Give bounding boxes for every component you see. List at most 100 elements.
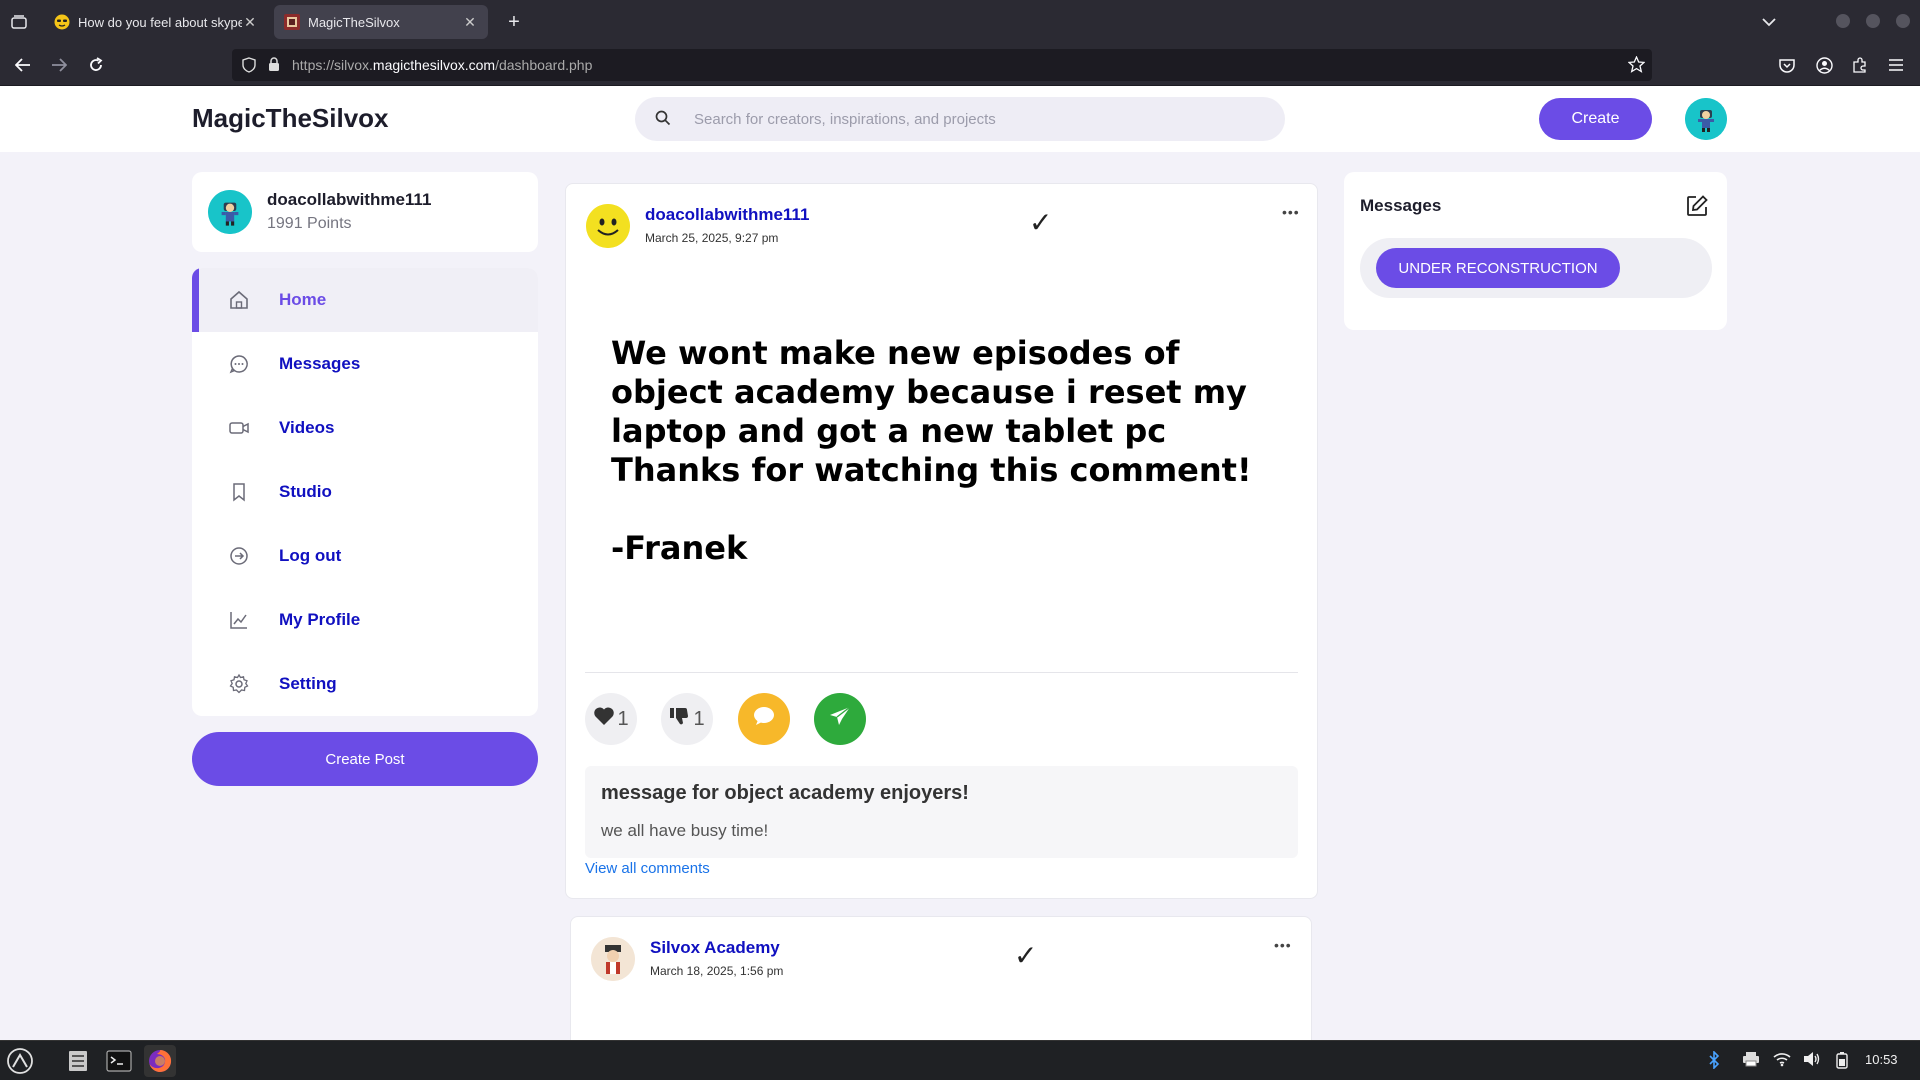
firefox-icon[interactable] xyxy=(144,1045,176,1077)
more-options-icon[interactable]: ••• xyxy=(1274,937,1292,953)
profile-card[interactable]: doacollabwithme111 1991 Points xyxy=(192,172,538,252)
sidebar-item-messages[interactable]: Messages xyxy=(192,332,538,396)
sidebar-item-label: Setting xyxy=(279,674,337,693)
post-body: We wont make new episodes of object acad… xyxy=(611,334,1252,567)
create-post-button[interactable]: Create Post xyxy=(192,732,538,786)
browser-tab-skype[interactable]: How do you feel about skype ✕ xyxy=(44,5,268,39)
printer-icon[interactable] xyxy=(1742,1051,1760,1070)
like-button[interactable]: 1 xyxy=(585,693,637,745)
sidebar-item-label: Messages xyxy=(279,354,361,373)
url-text[interactable]: https://silvox.magicthesilvox.com/dashbo… xyxy=(292,57,592,73)
sidebar-item-studio[interactable]: Studio xyxy=(192,460,538,524)
account-icon[interactable] xyxy=(1813,54,1835,76)
under-reconstruction-button[interactable]: UNDER RECONSTRUCTION xyxy=(1376,248,1620,288)
avatar[interactable] xyxy=(586,204,630,248)
forward-arrow-icon[interactable] xyxy=(48,54,70,76)
heart-icon xyxy=(593,706,615,732)
new-tab-icon[interactable]: + xyxy=(503,11,525,33)
post-date: March 25, 2025, 9:27 pm xyxy=(645,231,779,245)
paper-plane-icon xyxy=(828,705,852,733)
browser-nav-bar: https://silvox.magicthesilvox.com/dashbo… xyxy=(0,44,1920,86)
back-arrow-icon[interactable] xyxy=(12,54,34,76)
verified-check-icon: ✓ xyxy=(1014,940,1038,971)
os-taskbar: 10:53 xyxy=(0,1040,1920,1080)
clock[interactable]: 10:53 xyxy=(1865,1052,1898,1067)
url-bar[interactable]: https://silvox.magicthesilvox.com/dashbo… xyxy=(232,49,1652,81)
comment-text: we all have busy time! xyxy=(601,821,769,840)
extensions-icon[interactable] xyxy=(1849,54,1871,76)
messages-panel-title: Messages xyxy=(1360,196,1442,215)
post-card: Silvox Academy March 18, 2025, 1:56 pm ✓… xyxy=(570,916,1312,1056)
search-bar[interactable]: Search for creators, inspirations, and p… xyxy=(635,97,1285,141)
post-author[interactable]: doacollabwithme111 xyxy=(645,205,809,225)
sidebar-item-logout[interactable]: Log out xyxy=(192,524,538,588)
comment-button[interactable] xyxy=(738,693,790,745)
close-tab-icon[interactable]: ✕ xyxy=(242,14,258,31)
divider xyxy=(585,672,1298,673)
post-author[interactable]: Silvox Academy xyxy=(650,938,780,958)
sidebar-item-setting[interactable]: Setting xyxy=(192,652,538,716)
url-domain: magicthesilvox.com xyxy=(372,57,496,73)
url-prefix: https://silvox. xyxy=(292,57,373,73)
close-window-button[interactable] xyxy=(1896,14,1910,28)
reload-icon[interactable] xyxy=(85,54,107,76)
site-header: MagicTheSilvox Search for creators, insp… xyxy=(0,86,1920,152)
close-tab-icon[interactable]: ✕ xyxy=(462,14,478,31)
share-button[interactable] xyxy=(814,693,866,745)
sidebar-item-label: Studio xyxy=(279,482,332,501)
battery-icon[interactable] xyxy=(1835,1051,1849,1072)
logout-icon xyxy=(228,545,250,567)
gear-icon xyxy=(228,673,250,695)
top-comment: message for object academy enjoyers! we … xyxy=(585,766,1298,858)
lock-icon[interactable] xyxy=(268,57,280,77)
chart-icon xyxy=(228,609,250,631)
minimize-window-button[interactable] xyxy=(1836,14,1850,28)
view-all-comments-link[interactable]: View all comments xyxy=(585,860,710,877)
messages-placeholder-box: UNDER RECONSTRUCTION xyxy=(1360,238,1712,298)
tab-title: MagicTheSilvox xyxy=(308,14,400,30)
avatar[interactable] xyxy=(1685,98,1727,140)
avatar[interactable] xyxy=(591,937,635,981)
start-menu-icon[interactable] xyxy=(6,1047,34,1075)
search-icon xyxy=(655,110,671,131)
pocket-icon[interactable] xyxy=(1776,54,1798,76)
like-count: 1 xyxy=(617,707,629,730)
messages-panel: Messages UNDER RECONSTRUCTION xyxy=(1344,172,1727,330)
more-options-icon[interactable]: ••• xyxy=(1282,204,1300,220)
site-favicon-icon xyxy=(284,14,300,30)
chevron-down-icon[interactable] xyxy=(1758,12,1780,32)
sidebar-item-label: Log out xyxy=(279,546,342,565)
bluetooth-icon[interactable] xyxy=(1707,1050,1721,1072)
sidebar-item-label: Videos xyxy=(279,418,335,437)
chat-icon xyxy=(228,353,250,375)
sidebar-item-videos[interactable]: Videos xyxy=(192,396,538,460)
create-button[interactable]: Create xyxy=(1539,98,1652,140)
sidebar-item-my-profile[interactable]: My Profile xyxy=(192,588,538,652)
speech-bubble-icon xyxy=(752,705,776,733)
browser-tab-magicthesilvox[interactable]: MagicTheSilvox ✕ xyxy=(274,5,488,39)
url-path: /dashboard.php xyxy=(495,57,593,73)
sidebar-item-home[interactable]: Home xyxy=(192,268,538,332)
browser-tab-bar: How do you feel about skype ✕ MagicTheSi… xyxy=(0,0,1920,44)
profile-username: doacollabwithme111 xyxy=(267,190,432,209)
video-icon xyxy=(228,417,250,439)
wifi-icon[interactable] xyxy=(1773,1051,1791,1070)
sidebar-item-label: My Profile xyxy=(279,610,361,629)
sidebar-item-label: Home xyxy=(279,290,327,309)
compose-icon[interactable] xyxy=(1685,194,1709,218)
maximize-window-button[interactable] xyxy=(1866,14,1880,28)
post-date: March 18, 2025, 1:56 pm xyxy=(650,964,784,978)
tab-title: How do you feel about skype xyxy=(78,14,242,30)
bookmark-star-icon[interactable] xyxy=(1627,55,1646,78)
search-input[interactable]: Search for creators, inspirations, and p… xyxy=(694,111,996,128)
file-manager-icon[interactable] xyxy=(64,1047,92,1075)
site-logo[interactable]: MagicTheSilvox xyxy=(192,103,389,134)
dislike-button[interactable]: 1 xyxy=(661,693,713,745)
tab-list-icon[interactable] xyxy=(8,12,30,32)
thumbs-down-icon xyxy=(669,705,691,733)
hamburger-menu-icon[interactable] xyxy=(1885,54,1907,76)
avatar xyxy=(208,190,252,234)
volume-icon[interactable] xyxy=(1803,1051,1821,1070)
shield-icon[interactable] xyxy=(242,57,256,78)
terminal-icon[interactable] xyxy=(105,1047,133,1075)
